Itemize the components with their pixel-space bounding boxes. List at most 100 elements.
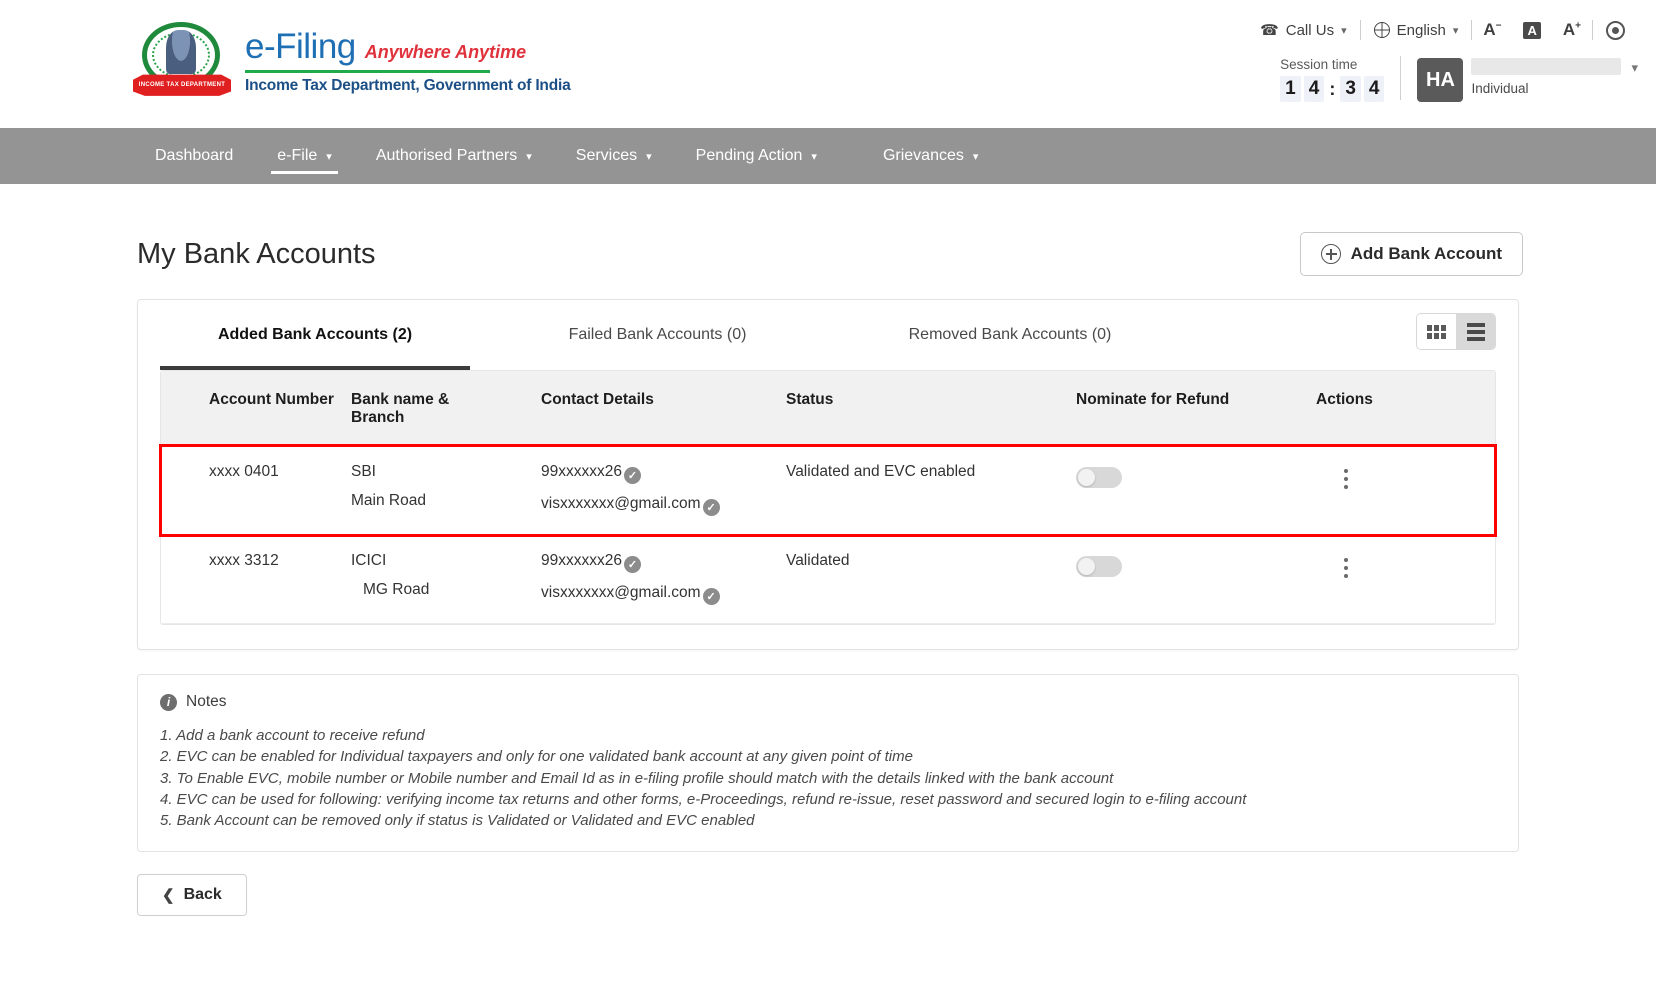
settings-button[interactable] <box>1593 21 1638 40</box>
nav-label: Authorised Partners <box>376 147 517 165</box>
verified-check-icon: ✓ <box>703 499 720 516</box>
cell-bank-branch: ICICI MG Road <box>351 535 541 617</box>
list-view-button[interactable] <box>1456 314 1495 349</box>
cell-email-value: visxxxxxxx@gmail.com <box>541 584 701 601</box>
note-item: 3. To Enable EVC, mobile number or Mobil… <box>160 768 1496 789</box>
cell-email: visxxxxxxx@gmail.com✓ <box>541 584 786 605</box>
call-us-label: Call Us <box>1286 22 1334 39</box>
grid-view-button[interactable] <box>1417 314 1456 349</box>
note-item: 4. EVC can be used for following: verify… <box>160 789 1496 810</box>
cell-mobile: 99xxxxxx26✓ <box>541 552 786 573</box>
chevron-down-icon: ▾ <box>973 150 979 163</box>
note-item: 2. EVC can be enabled for Individual tax… <box>160 746 1496 767</box>
notes-panel: i Notes 1. Add a bank account to receive… <box>137 674 1519 852</box>
user-role-label: Individual <box>1471 81 1621 96</box>
font-increase-label: A <box>1563 20 1575 39</box>
col-status: Status <box>786 371 1076 445</box>
session-timer: Session time 1 4 : 3 4 <box>1280 57 1384 102</box>
table-row[interactable]: xxxx 3312 ICICI MG Road 99xxxxxx26✓ visx… <box>161 535 1495 624</box>
col-account-number: Account Number <box>161 371 351 445</box>
cell-bank-name: ICICI <box>351 552 541 570</box>
nominate-for-refund-toggle[interactable] <box>1076 556 1122 577</box>
main-navigation: Dashboard e-File ▾ Authorised Partners ▾… <box>0 128 1656 184</box>
chevron-down-icon: ▾ <box>1341 24 1347 37</box>
user-name-redacted <box>1471 58 1621 75</box>
verified-check-icon: ✓ <box>624 556 641 573</box>
avatar: HA <box>1417 58 1463 102</box>
nav-item-services[interactable]: Services ▾ <box>554 128 674 184</box>
cell-account-number: xxxx 0401 <box>161 446 351 499</box>
site-header: INCOME TAX DEPARTMENT e-Filing Anywhere … <box>0 0 1656 128</box>
nav-item-grievances[interactable]: Grievances ▾ <box>861 128 1000 184</box>
tab-bar: Added Bank Accounts (2) Failed Bank Acco… <box>160 300 1496 370</box>
page-root: INCOME TAX DEPARTMENT e-Filing Anywhere … <box>0 0 1656 991</box>
nav-item-dashboard[interactable]: Dashboard <box>133 128 255 184</box>
add-bank-account-button[interactable]: Add Bank Account <box>1300 232 1523 276</box>
col-contact-details: Contact Details <box>541 371 786 445</box>
page-title: My Bank Accounts <box>137 238 376 271</box>
divider <box>1400 56 1401 100</box>
col-bank-line2: Branch <box>351 409 541 427</box>
header-utility-area: ☎ Call Us ▾ English ▾ A− A A+ <box>998 14 1638 102</box>
verified-check-icon: ✓ <box>703 588 720 605</box>
brand-text-block: e-Filing Anywhere Anytime Income Tax Dep… <box>245 27 571 95</box>
col-bank-name-branch: Bank name & Branch <box>351 371 541 445</box>
bank-accounts-table: Account Number Bank name & Branch Contac… <box>160 370 1496 625</box>
nav-item-e-file[interactable]: e-File ▾ <box>255 128 354 184</box>
col-nominate-for-refund: Nominate for Refund <box>1076 371 1316 445</box>
nominate-for-refund-toggle[interactable] <box>1076 467 1122 488</box>
brand-tagline: Anywhere Anytime <box>365 42 526 63</box>
site-logo[interactable]: INCOME TAX DEPARTMENT e-Filing Anywhere … <box>133 22 571 100</box>
tab-label: Failed Bank Accounts (0) <box>569 326 747 344</box>
cell-email: visxxxxxxx@gmail.com✓ <box>541 495 786 516</box>
cell-status: Validated <box>786 535 1076 588</box>
india-emblem-icon: INCOME TAX DEPARTMENT <box>133 22 231 100</box>
call-us-menu[interactable]: ☎ Call Us ▾ <box>1247 21 1360 39</box>
brand-title: e-Filing <box>245 27 356 67</box>
cell-account-number: xxxx 3312 <box>161 535 351 588</box>
nav-label: Services <box>576 147 637 165</box>
row-actions-menu-icon[interactable] <box>1344 469 1348 489</box>
cell-contact-details: 99xxxxxx26✓ visxxxxxxx@gmail.com✓ <box>541 446 786 534</box>
row-actions-menu-icon[interactable] <box>1344 558 1348 578</box>
chevron-down-icon: ▾ <box>646 150 652 163</box>
notes-title: Notes <box>186 693 227 711</box>
list-view-icon <box>1467 323 1485 341</box>
language-menu[interactable]: English ▾ <box>1361 22 1472 39</box>
cell-status: Validated and EVC enabled <box>786 446 1076 499</box>
language-label: English <box>1397 22 1446 39</box>
font-normal-button[interactable]: A <box>1512 20 1551 40</box>
bank-accounts-card: Added Bank Accounts (2) Failed Bank Acco… <box>137 299 1519 650</box>
back-button[interactable]: ❮ Back <box>137 874 247 916</box>
user-profile-menu[interactable]: HA Individual ▾ <box>1417 58 1638 102</box>
font-decrease-button[interactable]: A− <box>1472 20 1512 40</box>
chevron-down-icon: ▾ <box>1631 60 1638 76</box>
tab-added-bank-accounts[interactable]: Added Bank Accounts (2) <box>160 300 470 370</box>
cell-mobile-value: 99xxxxxx26 <box>541 463 622 480</box>
view-mode-toggle <box>1416 313 1496 350</box>
add-bank-account-label: Add Bank Account <box>1351 244 1502 264</box>
session-digit-4: 4 <box>1364 76 1385 102</box>
verified-check-icon: ✓ <box>624 467 641 484</box>
gear-icon <box>1606 21 1625 40</box>
note-item: 5. Bank Account can be removed only if s… <box>160 810 1496 831</box>
chevron-down-icon: ▾ <box>1453 24 1459 37</box>
nav-label: e-File <box>277 147 317 165</box>
cell-bank-name: SBI <box>351 463 541 481</box>
col-bank-line1: Bank name & <box>351 391 541 409</box>
cell-contact-details: 99xxxxxx26✓ visxxxxxxx@gmail.com✓ <box>541 535 786 623</box>
cell-branch: MG Road <box>351 581 541 599</box>
session-time-label: Session time <box>1280 57 1384 72</box>
cell-bank-branch: SBI Main Road <box>351 446 541 528</box>
nav-item-pending-action[interactable]: Pending Action ▾ <box>674 128 839 184</box>
font-increase-button[interactable]: A+ <box>1552 20 1592 40</box>
table-header-row: Account Number Bank name & Branch Contac… <box>161 371 1495 446</box>
tab-failed-bank-accounts[interactable]: Failed Bank Accounts (0) <box>470 300 845 370</box>
note-item: 1. Add a bank account to receive refund <box>160 725 1496 746</box>
cell-nominate <box>1076 535 1316 595</box>
table-row[interactable]: xxxx 0401 SBI Main Road 99xxxxxx26✓ visx… <box>161 446 1495 535</box>
tab-removed-bank-accounts[interactable]: Removed Bank Accounts (0) <box>845 300 1175 370</box>
chevron-down-icon: ▾ <box>811 150 817 163</box>
nav-item-authorised-partners[interactable]: Authorised Partners ▾ <box>354 128 554 184</box>
plus-circle-icon <box>1321 244 1341 264</box>
